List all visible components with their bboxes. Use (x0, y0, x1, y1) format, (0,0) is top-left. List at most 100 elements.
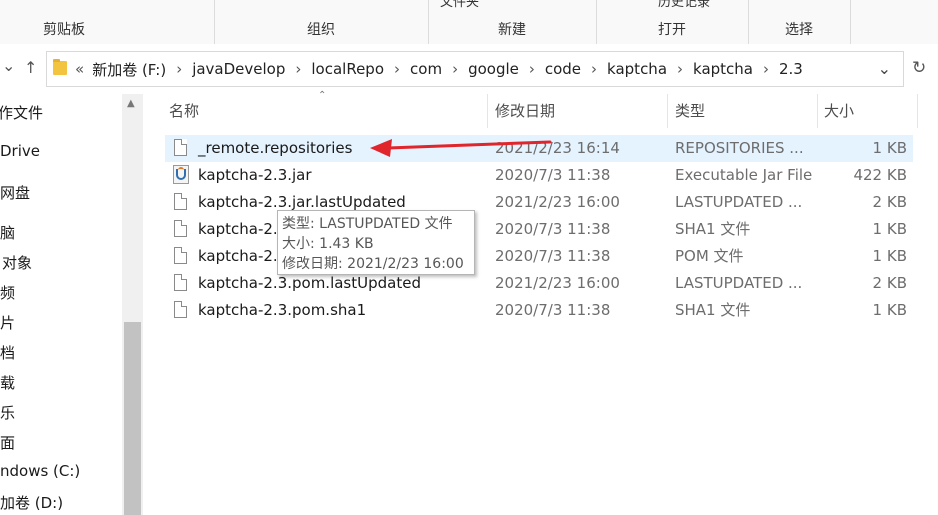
breadcrumb-item[interactable]: kaptcha (607, 60, 667, 78)
file-type: Executable Jar File (675, 166, 813, 184)
chevron-right-icon[interactable]: › (394, 60, 400, 78)
breadcrumb-item[interactable]: javaDevelop (192, 60, 285, 78)
column-divider[interactable] (817, 94, 818, 128)
file-date: 2020/7/3 11:38 (495, 166, 611, 184)
nav-item[interactable]: 加卷 (D:) (0, 492, 63, 513)
refresh-icon[interactable]: ↻ (912, 58, 926, 78)
file-date: 2020/7/3 11:38 (495, 247, 611, 265)
ribbon-group-organize[interactable]: 组织 (214, 0, 429, 44)
ribbon-group-select[interactable]: 选择 (748, 0, 851, 44)
column-header-name[interactable]: 名称 (169, 94, 199, 128)
recent-locations-chevron-icon[interactable]: ⌄ (2, 56, 15, 75)
column-divider[interactable] (667, 94, 668, 128)
file-icon (174, 247, 187, 264)
chevron-right-icon[interactable]: › (295, 60, 301, 78)
chevron-right-icon[interactable]: › (591, 60, 597, 78)
address-bar-row: ⌄ ↑ « 新加卷 (F:) › javaDevelop › localRepo › … (0, 44, 938, 94)
nav-item[interactable]: 乐 (0, 402, 15, 423)
ribbon-group-label: 打开 (658, 22, 686, 38)
file-type: REPOSITORIES ... (675, 139, 804, 157)
breadcrumb-item[interactable]: 新加卷 (F:) (92, 59, 166, 80)
breadcrumb-item[interactable]: com (410, 60, 442, 78)
nav-item[interactable]: ndows (C:) (0, 462, 80, 480)
java-jar-icon (173, 165, 189, 184)
file-date: 2021/2/23 16:00 (495, 274, 620, 292)
table-row[interactable]: kaptcha-2.3.jar 2020/7/3 11:38 Executabl… (165, 162, 913, 189)
file-date: 2021/2/23 16:00 (495, 193, 620, 211)
address-bar[interactable]: « 新加卷 (F:) › javaDevelop › localRepo › com ›… (46, 51, 904, 87)
chevron-right-icon[interactable]: › (677, 60, 683, 78)
scrollbar-thumb[interactable] (124, 322, 141, 515)
file-size: 2 KB (872, 274, 907, 292)
file-list: ⌃ 名称 修改日期 类型 大小 _remote.repositories 202… (143, 90, 938, 515)
chevron-right-icon[interactable]: › (176, 60, 182, 78)
tooltip-type: 类型: LASTUPDATED 文件 (282, 216, 453, 232)
file-size: 1 KB (872, 247, 907, 265)
table-row[interactable]: kaptcha-2.3.pom.sha1 2020/7/3 11:38 SHA1… (165, 297, 913, 324)
navigation-pane: 作文件 Drive 网盘 脑 对象 频 片 档 载 乐 面 ndows (C:)… (0, 94, 122, 515)
file-name: kaptcha-2.3.jar (198, 166, 312, 184)
up-arrow-icon[interactable]: ↑ (24, 58, 37, 77)
file-type: LASTUPDATED ... (675, 193, 803, 211)
file-name: kaptcha-2.3.pom.sha1 (198, 301, 367, 319)
file-date: 2021/2/23 16:14 (495, 139, 620, 157)
nav-item[interactable]: 脑 (0, 222, 15, 243)
nav-item[interactable]: 作文件 (0, 102, 43, 123)
file-name: _remote.repositories (198, 139, 353, 157)
scroll-up-arrow-icon[interactable]: ▲ (127, 98, 135, 109)
chevron-right-icon[interactable]: › (452, 60, 458, 78)
file-date: 2020/7/3 11:38 (495, 220, 611, 238)
column-divider[interactable] (487, 94, 488, 128)
breadcrumb-overflow[interactable]: « (75, 60, 84, 78)
nav-item[interactable]: 网盘 (0, 182, 30, 203)
nav-scrollbar[interactable]: ▲ (122, 94, 143, 515)
ribbon-group-clipboard[interactable]: 剪贴板 (0, 0, 215, 44)
nav-item[interactable]: 片 (0, 312, 15, 333)
nav-item[interactable]: Drive (0, 142, 40, 160)
breadcrumb-item[interactable]: 2.3 (779, 60, 803, 78)
ribbon-group-label: 组织 (307, 22, 335, 38)
breadcrumb-item[interactable]: code (545, 60, 581, 78)
file-icon (174, 301, 187, 318)
chevron-right-icon[interactable]: › (763, 60, 769, 78)
sort-ascending-icon: ⌃ (318, 90, 327, 101)
file-date: 2020/7/3 11:38 (495, 301, 611, 319)
file-icon (174, 139, 187, 156)
new-folder-label[interactable]: 文件夹 (440, 0, 479, 10)
file-icon (174, 274, 187, 291)
file-icon (174, 220, 187, 237)
file-size: 1 KB (872, 220, 907, 238)
nav-item[interactable]: 载 (0, 372, 15, 393)
chevron-right-icon[interactable]: › (529, 60, 535, 78)
nav-item[interactable]: 档 (0, 342, 15, 363)
tooltip-size: 大小: 1.43 KB (282, 236, 374, 252)
breadcrumb: « 新加卷 (F:) › javaDevelop › localRepo › com ›… (75, 52, 803, 86)
column-header-size[interactable]: 大小 (824, 94, 854, 128)
breadcrumb-item[interactable]: google (468, 60, 519, 78)
file-type: SHA1 文件 (675, 301, 751, 319)
history-label[interactable]: 历史记录 (658, 0, 710, 10)
nav-item[interactable]: 面 (0, 432, 15, 453)
file-type: POM 文件 (675, 247, 744, 265)
ribbon-group-new[interactable]: 文件夹 新建 (428, 0, 597, 44)
ribbon: 剪贴板 组织 文件夹 新建 历史记录 打开 选择 (0, 0, 938, 45)
file-size: 2 KB (872, 193, 907, 211)
ribbon-group-open[interactable]: 历史记录 打开 (596, 0, 749, 44)
breadcrumb-item[interactable]: kaptcha (693, 60, 753, 78)
ribbon-group-label: 剪贴板 (43, 22, 85, 38)
tooltip-date: 修改日期: 2021/2/23 16:00 (282, 256, 464, 272)
ribbon-group-label: 新建 (498, 22, 526, 38)
table-row[interactable]: _remote.repositories 2021/2/23 16:14 REP… (165, 135, 913, 162)
file-size: 422 KB (853, 166, 907, 184)
column-header-type[interactable]: 类型 (675, 94, 705, 128)
file-info-tooltip: 类型: LASTUPDATED 文件 大小: 1.43 KB 修改日期: 202… (277, 210, 475, 275)
column-divider[interactable] (917, 94, 918, 128)
nav-item[interactable]: 对象 (2, 252, 32, 273)
nav-item[interactable]: 频 (0, 282, 15, 303)
column-header-date[interactable]: 修改日期 (495, 94, 555, 128)
file-icon (174, 193, 187, 210)
address-dropdown-chevron-icon[interactable]: ⌄ (878, 59, 891, 78)
file-size: 1 KB (872, 301, 907, 319)
file-type: LASTUPDATED ... (675, 274, 803, 292)
breadcrumb-item[interactable]: localRepo (311, 60, 384, 78)
